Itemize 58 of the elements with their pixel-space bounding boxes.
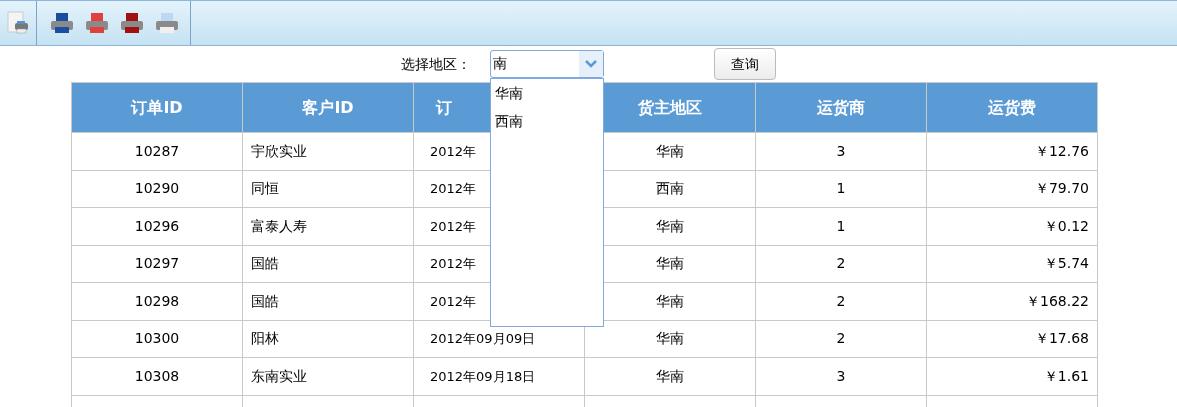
table-cell: 2 [836,292,846,309]
table-cell: ￥12.76 [1034,142,1089,159]
table-cell: 2012年 [430,218,477,234]
table-cell: 10287 [134,142,180,159]
query-button[interactable]: 查询 [714,48,776,80]
table-cell: 2012年 [430,256,477,271]
table-cell: 2 [836,330,846,347]
table-cell: 华南 [656,330,684,347]
table-cell: ￥5.74 [1043,255,1089,272]
column-header: 订单ID [131,97,183,117]
table-cell: 华南 [656,217,684,234]
table-cell: 1 [836,217,846,234]
table-cell: 2012年 [430,293,477,309]
table-cell: 阳林 [251,330,279,347]
table-cell: 10297 [134,255,180,272]
table-cell: 10296 [134,217,180,234]
table-cell: 华南 [656,255,684,272]
table-cell: 10308 [134,367,180,384]
table-cell: ￥0.12 [1043,217,1089,234]
table-cell: 国皓 [251,292,279,309]
table-cell: 1 [836,180,846,197]
table-cell: ￥17.68 [1034,330,1089,347]
table-cell: ￥79.70 [1034,180,1089,197]
table-cell: 2012年09月18日 [430,368,536,384]
column-header: 货主地区 [638,97,702,117]
table-cell: ￥1.61 [1043,367,1089,384]
field-label: 选择地区： [401,55,471,74]
column-header: 客户ID [302,97,354,117]
table-cell: 2012年09月09日 [430,331,536,346]
table-cell: 10290 [134,180,180,197]
table-cell: 富泰人寿 [251,217,307,234]
table-cell: 2 [836,255,846,272]
column-header: 运货商 [817,97,865,117]
column-header: 运货费 [988,97,1036,117]
table-cell: 宇欣实业 [251,142,307,159]
column-header: 订 [434,97,452,117]
table-cell: 2012年 [430,181,477,196]
table-cell: 同恒 [251,180,279,197]
export-printer-icon[interactable] [120,12,144,34]
table-cell: 国皓 [251,255,279,272]
table-cell: 西南 [656,180,684,197]
table-cell: ￥168.22 [1026,292,1089,309]
table-cell: 10298 [134,292,180,309]
table-cell: 华南 [656,142,684,159]
export-printer-icon[interactable] [50,12,74,34]
table-cell: 东南实业 [251,367,307,384]
print-preview-icon[interactable] [7,11,29,35]
table-cell: 10300 [134,330,180,347]
dropdown-icon[interactable] [579,51,603,77]
table-cell: 2012年 [430,143,477,159]
dropdown-option[interactable]: 华南 [491,79,603,107]
table-cell: 华南 [656,367,684,384]
table-cell: 3 [836,142,846,159]
dropdown-option[interactable]: 西南 [491,107,603,135]
printer-icon[interactable] [155,12,179,34]
export-printer-icon[interactable] [85,12,109,34]
table-cell: 华南 [656,292,684,309]
table-cell: 3 [836,367,846,384]
